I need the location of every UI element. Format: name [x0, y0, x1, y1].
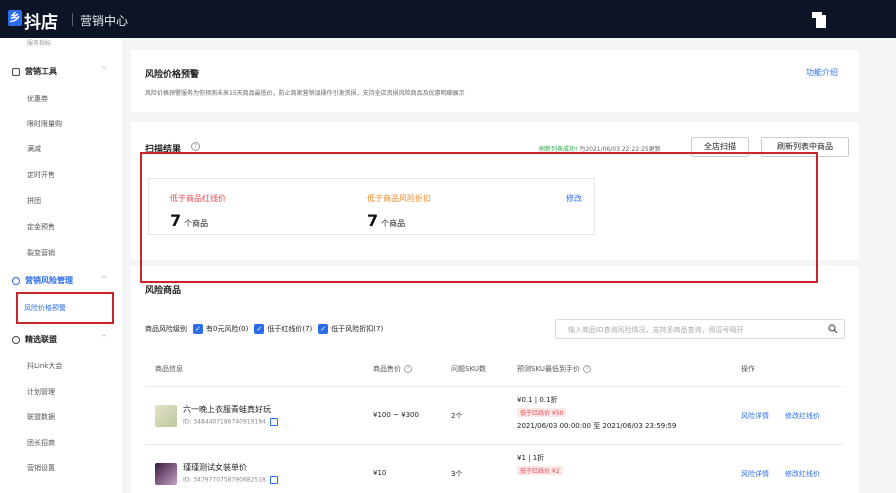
checkbox-below-discount[interactable]: ✓ [318, 324, 329, 334]
help-link[interactable]: 功能介绍 [806, 67, 838, 78]
brand-subtitle: 营销中心 [80, 14, 129, 28]
filter-label: 商品风险级别 [145, 325, 187, 333]
product-search-input[interactable]: 输入商品ID查询风险情况，支持多商品查询，用逗号隔开 [555, 319, 845, 339]
column-min-price: 预测SKU最低到手价? [517, 364, 591, 374]
column-actions: 操作 [741, 365, 755, 373]
min-price: ¥1 | 1折 [517, 454, 545, 462]
checkbox-below-redline[interactable]: ✓ [254, 324, 265, 334]
marketing-tools-icon [12, 67, 20, 76]
brand-divider [72, 13, 73, 26]
risk-level-filters: 商品风险级别 ✓ 有0元风险(0) ✓ 低于红线价(7) ✓ 低于风险折扣(7) [145, 324, 383, 334]
sidebar-item-plan-management[interactable]: 计划管理 [27, 387, 55, 397]
help-question-icon[interactable]: ? [404, 365, 412, 373]
min-price: ¥0.1 | 0.1折 [517, 396, 558, 404]
edit-redline-link[interactable]: 修改红线价 [785, 411, 820, 421]
risk-tag: 低于红线价 ¥50 [517, 408, 567, 417]
help-question-icon[interactable]: ? [582, 365, 591, 373]
sidebar-item-risk-price-alert[interactable]: 风险价格预警 [24, 303, 66, 313]
sidebar-item-scheduled-sale[interactable]: 定时开售 [27, 170, 55, 180]
sidebar-item-leader-recruit[interactable]: 团长招商 [27, 438, 55, 448]
sidebar-group-alliance[interactable]: 精选联盟 [12, 334, 57, 345]
sidebar-group-label: 精选联盟 [25, 335, 57, 344]
sidebar-item-coupon[interactable]: 优惠券 [27, 94, 48, 104]
sidebar-item-group-buy[interactable]: 拼团 [27, 196, 41, 206]
column-product-info: 商品信息 [155, 365, 183, 373]
sidebar: 服务指标 营销工具 ^ 优惠券 限时限量购 满减 定时开售 拼团 定金预售 裂变… [0, 38, 122, 493]
sidebar-item-service-metrics[interactable]: 服务指标 [27, 38, 51, 47]
filter-below-redline-label[interactable]: 低于红线价(7) [267, 324, 312, 334]
product-price: ¥10 [373, 469, 387, 477]
sidebar-item-alliance-data[interactable]: 联盟数据 [27, 412, 55, 422]
sidebar-item-limited-time-buy[interactable]: 限时限量购 [27, 119, 62, 129]
sidebar-group-risk-management[interactable]: 营销风险管理 [12, 275, 73, 286]
edit-redline-link[interactable]: 修改红线价 [785, 469, 820, 479]
chevron-up-icon[interactable]: ^ [101, 66, 107, 74]
sidebar-group-label: 营销风险管理 [25, 276, 73, 285]
sku-count: 2个 [451, 412, 463, 420]
risk-products-title: 风险商品 [145, 286, 182, 296]
search-placeholder: 输入商品ID查询风险情况，支持多商品查询，用逗号隔开 [568, 326, 744, 334]
risk-detail-link[interactable]: 风险详情 [741, 469, 769, 479]
brand-name[interactable]: 抖店 [24, 8, 58, 33]
product-thumbnail[interactable] [155, 405, 177, 427]
sidebar-item-deposit-presale[interactable]: 定金预售 [27, 222, 55, 232]
douyin-store-logo-icon[interactable]: 乡 [8, 10, 22, 26]
chevron-up-icon[interactable]: ^ [101, 334, 107, 342]
alliance-icon [12, 335, 20, 344]
help-question-icon[interactable]: ? [191, 142, 200, 151]
user-avatar-icon[interactable] [812, 12, 826, 28]
product-id: ID: 3479770758790682518 [183, 476, 278, 484]
product-id: ID: 3484407186740919194 [183, 418, 278, 426]
sidebar-item-fission-marketing[interactable]: 裂变营销 [27, 248, 55, 258]
risk-products-card: 风险商品 商品风险级别 ✓ 有0元风险(0) ✓ 低于红线价(7) ✓ 低于风险… [131, 266, 859, 493]
column-sku-count: 问题SKU数 [451, 365, 486, 373]
risk-tag: 低于红线价 ¥2 [517, 466, 563, 475]
top-bar: 乡 抖店 营销中心 [0, 0, 896, 38]
intro-card: 风险价格预警 风险价格预警服务为你预测未来15天商品最低价，防止商家营销误操作引… [131, 50, 859, 112]
filter-below-discount-label[interactable]: 低于风险折扣(7) [331, 324, 383, 334]
product-thumbnail[interactable] [155, 463, 177, 485]
checkbox-zero-risk[interactable]: ✓ [193, 324, 203, 334]
page-title: 风险价格预警 [145, 70, 200, 80]
sku-count: 3个 [451, 470, 463, 478]
table-row: 六一晚上衣服青蛙真好玩 ID: 3484407186740919194 ¥100… [145, 386, 845, 444]
sidebar-group-marketing-tools[interactable]: 营销工具 [12, 66, 57, 77]
scan-results-highlight [140, 152, 818, 283]
page-description: 风险价格预警服务为你预测未来15天商品最低价，防止商家营销误操作引发资损，支持全… [145, 90, 465, 97]
table-row: 瑾瑾测试女装单价 ID: 3479770758790682518 ¥10 3个 … [145, 444, 845, 493]
sidebar-item-full-reduction[interactable]: 满减 [27, 144, 41, 154]
risk-tag-wrap: 低于红线价 ¥2 [517, 466, 563, 475]
table-header: 商品信息 商品售价? 问题SKU数 预测SKU最低到手价? 操作 [145, 358, 845, 382]
chevron-up-icon[interactable]: ^ [101, 275, 107, 283]
valid-period: 2021/06/03 00:00:00 至 2021/06/03 23:59:5… [517, 422, 677, 430]
sidebar-item-link-conference[interactable]: 抖Link大会 [27, 361, 62, 371]
copy-icon[interactable] [269, 476, 278, 484]
sidebar-group-label: 营销工具 [25, 67, 57, 76]
gear-icon [12, 276, 20, 285]
copy-icon[interactable] [269, 418, 278, 426]
column-price: 商品售价? [373, 364, 412, 374]
product-name[interactable]: 瑾瑾测试女装单价 [183, 462, 247, 473]
risk-detail-link[interactable]: 风险详情 [741, 411, 769, 421]
sidebar-item-marketing-settings[interactable]: 营销设置 [27, 463, 55, 473]
product-name[interactable]: 六一晚上衣服青蛙真好玩 [183, 404, 271, 415]
search-icon[interactable] [828, 324, 838, 334]
risk-tag-wrap: 低于红线价 ¥50 [517, 408, 567, 417]
product-price: ¥100 ~ ¥300 [373, 411, 419, 419]
filter-zero-risk-label[interactable]: 有0元风险(0) [206, 324, 248, 334]
